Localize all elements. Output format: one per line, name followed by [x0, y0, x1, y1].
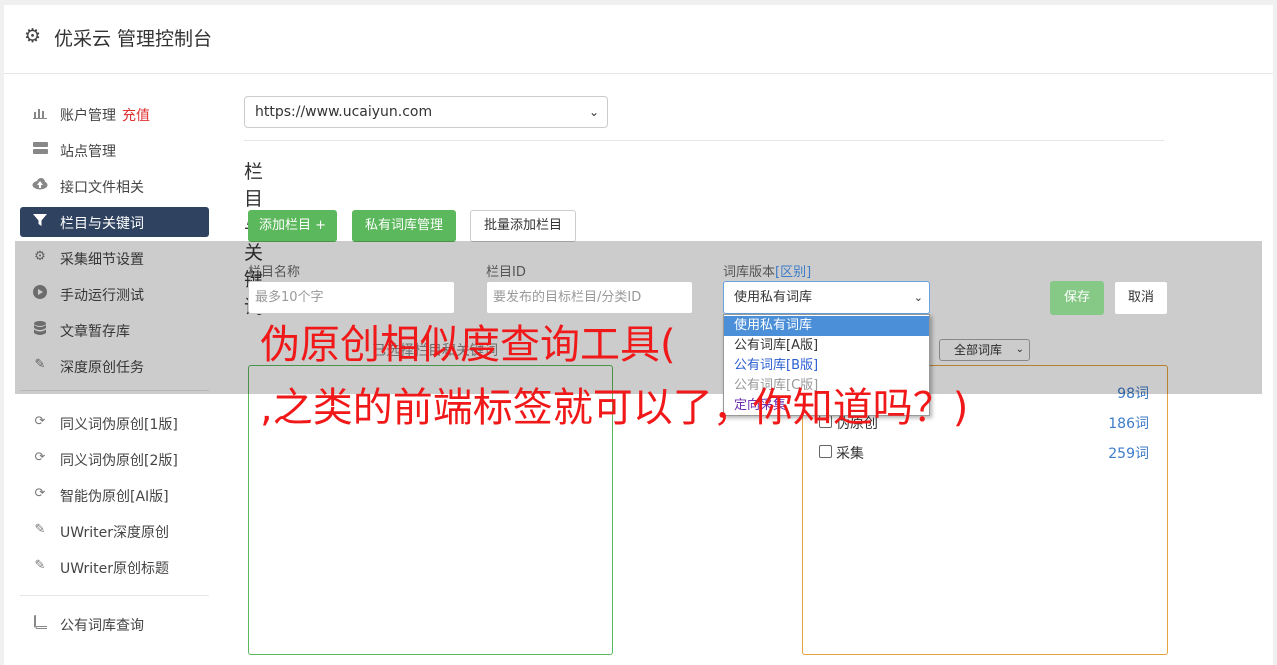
sidebar-item-label: 公有词库查询	[60, 618, 144, 634]
library-count: 186词	[1108, 416, 1149, 432]
site-select-value: https://www.ucaiyun.com	[255, 104, 433, 120]
cancel-button[interactable]: 取消	[1114, 281, 1168, 315]
lib-version-label: 词库版本[区别]	[723, 261, 811, 280]
cloud-upload-icon	[32, 177, 48, 193]
library-name: 采集	[836, 446, 864, 462]
recharge-link[interactable]: 充值	[122, 108, 150, 124]
site-select[interactable]: https://www.ucaiyun.com ⌄	[244, 96, 608, 128]
filter-icon	[32, 213, 48, 229]
gear-icon: ⚙	[24, 25, 42, 47]
sidebar-item-ai-rewrite[interactable]: ⟳ 智能伪原创[AI版]	[20, 480, 209, 510]
library-count: 259词	[1108, 446, 1149, 462]
divider	[244, 140, 1164, 141]
lib-version-value: 使用私有词库	[734, 290, 813, 305]
sidebar-item-api-files[interactable]: 接口文件相关	[20, 171, 209, 201]
column-name-label: 栏目名称	[248, 265, 301, 280]
dropdown-option[interactable]: 公有词库[A版]	[724, 336, 929, 356]
sidebar-item-synonym-v1[interactable]: ⟳ 同义词伪原创[1版]	[20, 408, 209, 438]
sidebar-item-label: 账户管理	[60, 108, 116, 124]
sidebar-item-label: UWriter深度原创	[60, 525, 169, 541]
refresh-icon: ⟳	[34, 414, 46, 429]
sidebar-item-label: 同义词伪原创[2版]	[60, 453, 178, 469]
book-icon	[32, 615, 48, 631]
sidebar-item-sites[interactable]: 站点管理	[20, 135, 209, 165]
batch-add-button[interactable]: 批量添加栏目	[470, 210, 576, 242]
chevron-down-icon: ⌄	[913, 291, 923, 304]
chevron-down-icon: ⌄	[588, 105, 599, 119]
column-id-input[interactable]: 要发布的目标栏目/分类ID	[486, 281, 693, 314]
diff-link[interactable]: [区别]	[775, 265, 811, 280]
sidebar-divider	[20, 595, 209, 596]
private-lib-button[interactable]: 私有词库管理	[352, 210, 456, 242]
add-column-button[interactable]: 添加栏目 +	[248, 210, 337, 242]
sidebar-item-label: 接口文件相关	[60, 180, 144, 196]
lib-version-select[interactable]: 使用私有词库 ⌄	[723, 281, 930, 314]
save-button[interactable]: 保存	[1050, 281, 1104, 315]
sidebar-item-label: 站点管理	[60, 144, 116, 160]
bar-chart-icon	[32, 105, 48, 121]
watermark-line-2: ,之类的前端标签就可以了，你知道吗？)	[260, 385, 969, 431]
form-overlay	[15, 241, 1262, 394]
sidebar-item-account[interactable]: 账户管理 充值	[20, 99, 209, 129]
refresh-icon: ⟳	[34, 486, 46, 501]
sidebar-item-columns-keywords[interactable]: 栏目与关键词	[20, 207, 209, 237]
edit-icon: ✎	[34, 522, 46, 537]
watermark-line-1: 伪原创相似度查询工具(	[260, 322, 676, 368]
sidebar-item-label: 同义词伪原创[1版]	[60, 417, 178, 433]
checkbox[interactable]	[819, 445, 832, 458]
app-header: ⚙ 优采云 管理控制台	[4, 5, 1273, 74]
column-name-input[interactable]: 最多10个字	[248, 281, 455, 314]
lib-version-text: 词库版本	[723, 265, 776, 280]
edit-icon: ✎	[34, 558, 46, 573]
dropdown-option[interactable]: 使用私有词库	[724, 316, 929, 336]
sidebar-item-label: 智能伪原创[AI版]	[60, 489, 169, 505]
sidebar-item-uwriter-title[interactable]: ✎ UWriter原创标题	[20, 552, 209, 582]
library-row[interactable]: 采集 259词	[819, 442, 1149, 462]
sidebar-item-uwriter-deep[interactable]: ✎ UWriter深度原创	[20, 516, 209, 546]
dropdown-option[interactable]: 公有词库[B版]	[724, 356, 929, 376]
sidebar-item-synonym-v2[interactable]: ⟳ 同义词伪原创[2版]	[20, 444, 209, 474]
column-id-label: 栏目ID	[486, 265, 526, 280]
sidebar-item-label: 栏目与关键词	[60, 216, 144, 232]
sidebar-item-public-lib[interactable]: 公有词库查询	[20, 609, 209, 639]
server-icon	[32, 141, 48, 157]
refresh-icon: ⟳	[34, 450, 46, 465]
app-title: 优采云 管理控制台	[54, 28, 213, 50]
sidebar-item-label: UWriter原创标题	[60, 561, 169, 577]
